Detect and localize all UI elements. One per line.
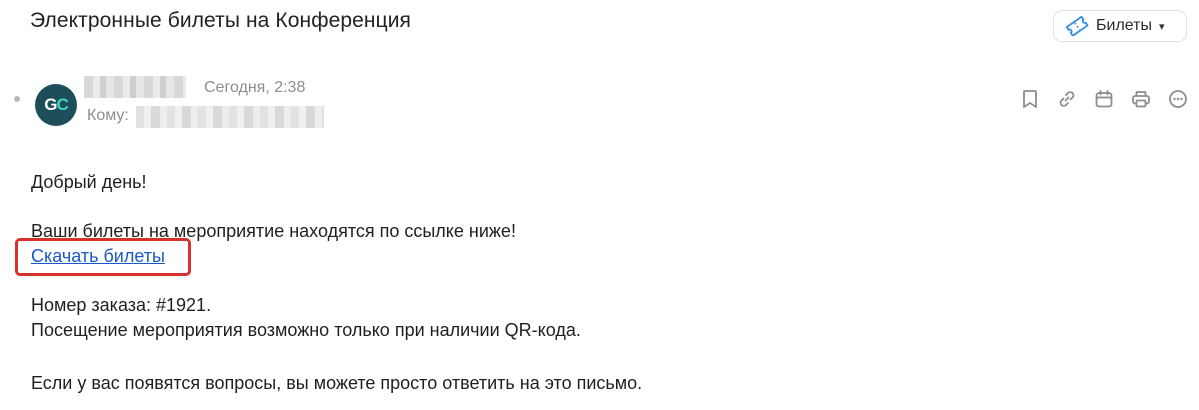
sender-name-redacted[interactable] xyxy=(84,76,186,98)
avatar-initial-g: G xyxy=(44,95,57,114)
highlight-annotation xyxy=(15,238,191,276)
more-button[interactable] xyxy=(1165,86,1191,112)
print-icon xyxy=(1132,91,1150,108)
avatar[interactable]: GC xyxy=(35,84,77,126)
tag-label: Билеты xyxy=(1096,17,1152,34)
order-number-text: Номер заказа: #1921. xyxy=(31,295,212,315)
unread-dot[interactable] xyxy=(14,96,20,102)
email-actions-toolbar xyxy=(1017,86,1191,112)
add-to-calendar-button[interactable] xyxy=(1091,86,1117,112)
email-subject: Электронные билеты на Конференция xyxy=(30,9,412,32)
link-icon xyxy=(1059,91,1075,107)
email-date: Сегодня, 2:38 xyxy=(204,79,306,96)
bookmark-icon xyxy=(1023,90,1037,108)
qr-notice-text: Посещение мероприятия возможно только пр… xyxy=(31,320,581,340)
chevron-down-icon: ▾ xyxy=(1158,20,1165,33)
greeting-text: Добрый день! xyxy=(31,172,147,192)
calendar-icon xyxy=(1095,90,1113,108)
more-icon xyxy=(1169,90,1187,108)
copy-link-button[interactable] xyxy=(1054,86,1080,112)
recipient-redacted[interactable] xyxy=(136,106,324,128)
recipient-label: Кому: xyxy=(87,107,129,124)
bookmark-button[interactable] xyxy=(1017,86,1043,112)
avatar-initial-c: C xyxy=(56,95,68,114)
tag-dropdown-button[interactable]: Билеты ▾ xyxy=(1053,10,1187,42)
print-button[interactable] xyxy=(1128,86,1154,112)
questions-text: Если у вас появятся вопросы, вы можете п… xyxy=(31,373,643,393)
ticket-icon xyxy=(1065,16,1089,36)
